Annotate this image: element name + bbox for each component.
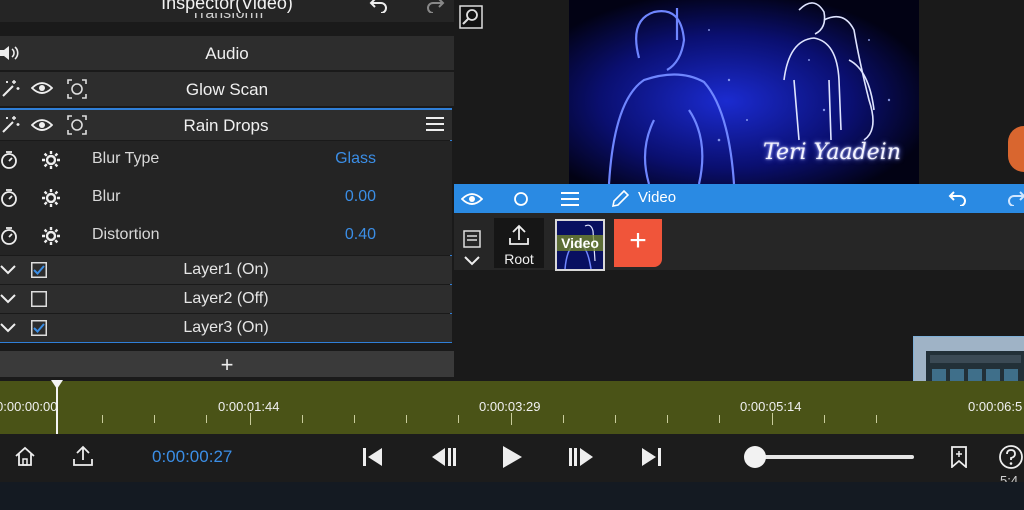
current-time: 0:00:00:27 — [152, 447, 233, 466]
pencil-icon[interactable] — [611, 190, 629, 208]
minor-tick — [458, 415, 459, 423]
layer-toolbar: Video — [454, 184, 1024, 213]
inspector-header: Inspector(Video) Transform — [0, 0, 454, 22]
redo-icon[interactable] — [425, 0, 445, 13]
param-name: Blur — [92, 188, 121, 205]
stopwatch-icon[interactable] — [0, 188, 18, 208]
param-value[interactable]: 0.00 — [345, 188, 376, 206]
audio-row[interactable]: Audio — [0, 36, 454, 70]
transform-row-partial[interactable]: Transform — [0, 13, 454, 22]
zoom-slider-track[interactable] — [754, 455, 914, 459]
layer-row-1[interactable]: Layer1 (On) — [0, 256, 452, 284]
undo-icon[interactable] — [369, 0, 389, 13]
playhead-marker-icon[interactable] — [51, 380, 63, 390]
glow-scan-row[interactable]: Glow Scan — [0, 72, 454, 106]
minor-tick — [824, 415, 825, 423]
add-effect-button[interactable]: + — [0, 351, 454, 377]
minor-tick — [102, 415, 103, 423]
root-label: Root — [504, 251, 534, 267]
help-icon[interactable] — [998, 444, 1024, 470]
gear-icon[interactable] — [41, 150, 61, 170]
redo-icon[interactable] — [1006, 190, 1024, 206]
minor-tick — [302, 415, 303, 423]
list-view-icon[interactable] — [463, 230, 481, 248]
minor-tick — [876, 415, 877, 423]
timecode-label: 0:00:06:5 — [968, 399, 1023, 414]
param-row-distortion[interactable]: Distortion 0.40 — [0, 217, 452, 255]
video-caption: Teri Yaadein — [763, 140, 901, 165]
minor-tick — [406, 415, 407, 423]
step-forward-icon[interactable] — [568, 447, 594, 467]
add-effect-label: + — [220, 352, 234, 377]
bottom-edge — [0, 482, 1024, 510]
param-value[interactable]: 0.40 — [345, 226, 376, 244]
param-value[interactable]: Glass — [335, 150, 376, 168]
param-name: Blur Type — [92, 150, 160, 167]
minor-tick — [206, 415, 207, 423]
add-layer-label: + — [629, 224, 647, 257]
param-name: Distortion — [92, 226, 160, 243]
stopwatch-icon[interactable] — [0, 150, 18, 170]
param-row-blur[interactable]: Blur 0.00 — [0, 179, 452, 217]
skip-to-end-icon[interactable] — [640, 447, 662, 467]
skip-to-start-icon[interactable] — [362, 447, 384, 467]
step-back-icon[interactable] — [431, 447, 457, 467]
chevron-down-icon[interactable] — [464, 256, 480, 266]
home-icon[interactable] — [14, 446, 36, 466]
transform-label: Transform — [190, 13, 264, 22]
play-icon[interactable] — [501, 445, 523, 469]
glow-scan-label: Glow Scan — [185, 80, 269, 99]
layer-mode-label: Video — [638, 189, 677, 206]
timecode-label: 0:00:05:14 — [740, 399, 802, 414]
upload-icon — [509, 224, 529, 246]
major-tick — [772, 413, 773, 425]
rain-drops-row[interactable]: Rain Drops — [0, 110, 452, 140]
minor-tick — [615, 415, 616, 423]
audio-label: Audio — [205, 44, 249, 63]
zoom-preview-icon[interactable] — [459, 5, 483, 29]
gear-icon[interactable] — [41, 188, 61, 208]
menu-icon[interactable] — [561, 191, 579, 207]
timecode-label: 0:00:00:00 — [0, 399, 58, 414]
timeline-ruler[interactable]: 0:00:00:00 0:00:01:44 0:00:03:29 0:00:05… — [0, 380, 1024, 434]
minor-tick — [354, 415, 355, 423]
param-row-blur-type[interactable]: Blur Type Glass — [0, 141, 452, 179]
layer-label: Layer1 (On) — [183, 261, 269, 278]
stopwatch-icon[interactable] — [0, 226, 18, 246]
zoom-slider-thumb[interactable] — [744, 446, 766, 468]
major-tick — [511, 413, 512, 425]
undo-icon[interactable] — [948, 190, 968, 206]
circle-icon[interactable] — [513, 191, 529, 207]
video-clip-label: Video — [557, 235, 603, 251]
timecode-label: 0:00:03:29 — [479, 399, 541, 414]
minor-tick — [719, 415, 720, 423]
layer-label: Layer2 (Off) — [183, 290, 269, 307]
gear-icon[interactable] — [41, 226, 61, 246]
add-layer-button[interactable]: + — [614, 219, 662, 267]
export-icon[interactable] — [72, 445, 94, 467]
bookmark-icon[interactable] — [950, 446, 968, 468]
minor-tick — [667, 415, 668, 423]
menu-icon[interactable] — [426, 116, 444, 132]
floating-bubble[interactable] — [1008, 126, 1024, 172]
timecode-label: 0:00:01:44 — [218, 399, 280, 414]
layer-label: Layer3 (On) — [183, 319, 269, 336]
minor-tick — [563, 415, 564, 423]
layer-row-2[interactable]: Layer2 (Off) — [0, 285, 452, 313]
root-button[interactable]: Root — [494, 218, 544, 268]
rain-drops-label: Rain Drops — [183, 116, 269, 135]
minor-tick — [154, 415, 155, 423]
layer-row-3[interactable]: Layer3 (On) — [0, 314, 452, 342]
major-tick — [250, 413, 251, 425]
video-clip-thumbnail[interactable]: Video — [555, 219, 605, 271]
eye-icon[interactable] — [461, 191, 483, 207]
